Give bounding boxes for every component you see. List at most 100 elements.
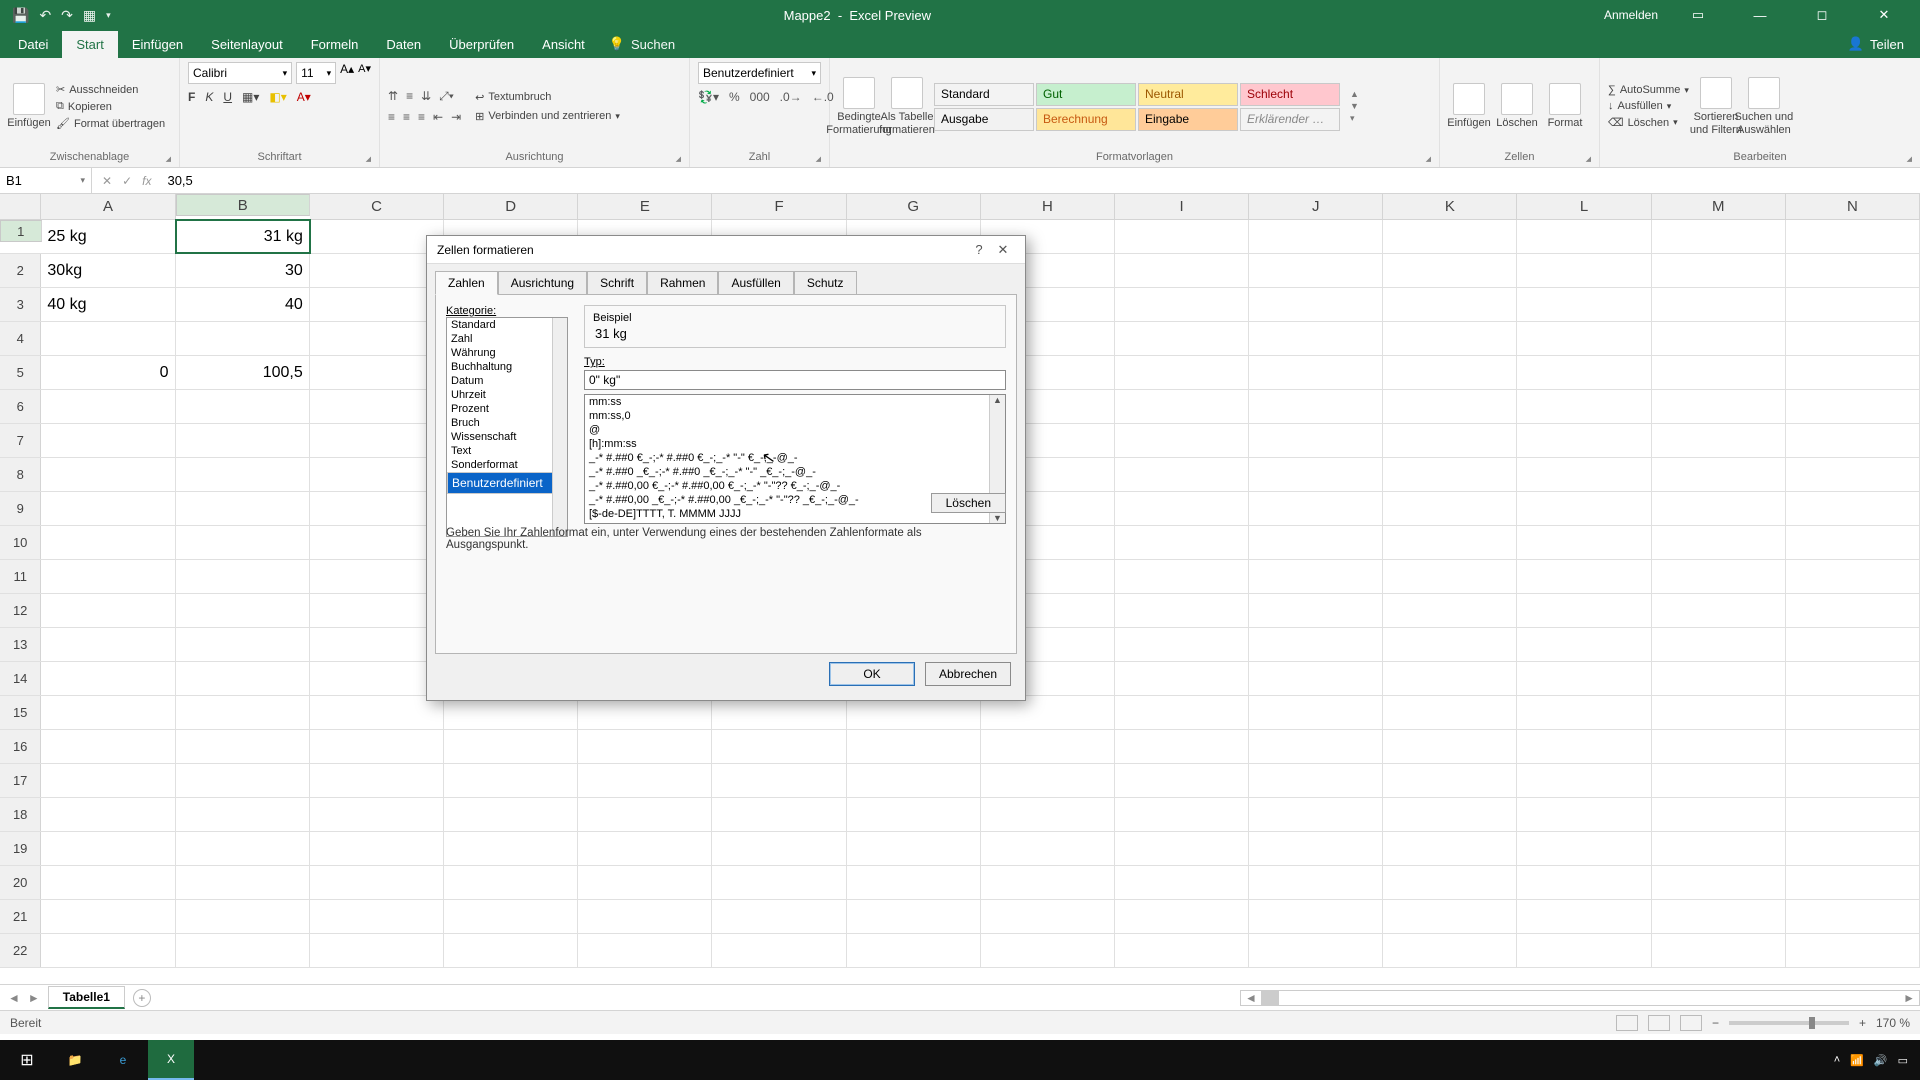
cell-C5[interactable]: [310, 356, 444, 389]
maximize-icon[interactable]: ◻: [1800, 7, 1844, 23]
normal-view-icon[interactable]: [1616, 1015, 1638, 1031]
autosum-button[interactable]: ∑AutoSumme▾: [1608, 84, 1689, 96]
align-center-icon[interactable]: ≡: [403, 110, 410, 124]
styles-more-icon[interactable]: ▾: [1350, 113, 1359, 124]
styles-scroll-up-icon[interactable]: ▲: [1350, 89, 1359, 99]
cell-H21[interactable]: [981, 900, 1115, 933]
cell-C12[interactable]: [310, 594, 444, 627]
cell-L8[interactable]: [1517, 458, 1651, 491]
category-item[interactable]: Sonderformat: [447, 458, 567, 472]
cell-N9[interactable]: [1786, 492, 1920, 525]
cell-M6[interactable]: [1652, 390, 1786, 423]
cell-B12[interactable]: [176, 594, 310, 627]
cut-button[interactable]: ✂Ausschneiden: [56, 83, 165, 96]
undo-icon[interactable]: ↶: [39, 7, 51, 24]
redo-icon[interactable]: ↷: [61, 7, 73, 24]
cell-M4[interactable]: [1652, 322, 1786, 355]
row-header-14[interactable]: 14: [0, 662, 41, 695]
cell-B4[interactable]: [176, 322, 310, 355]
cell-C3[interactable]: [310, 288, 444, 321]
cell-K19[interactable]: [1383, 832, 1517, 865]
cell-C4[interactable]: [310, 322, 444, 355]
increase-font-icon[interactable]: A▴: [340, 62, 354, 84]
list-scroll-up-icon[interactable]: ▲: [993, 395, 1002, 405]
decrease-indent-icon[interactable]: ⇤: [433, 110, 443, 124]
cell-A21[interactable]: [41, 900, 175, 933]
copy-button[interactable]: ⧉Kopieren: [56, 100, 165, 113]
cell-K13[interactable]: [1383, 628, 1517, 661]
cell-F22[interactable]: [712, 934, 846, 967]
cell-A13[interactable]: [41, 628, 175, 661]
cell-L1[interactable]: [1517, 220, 1651, 253]
cell-N6[interactable]: [1786, 390, 1920, 423]
dialog-tab-ausfuellen[interactable]: Ausfüllen: [718, 271, 793, 295]
italic-button[interactable]: K: [205, 90, 213, 104]
cell-L2[interactable]: [1517, 254, 1651, 287]
cell-G19[interactable]: [847, 832, 981, 865]
style-schlecht[interactable]: Schlecht: [1240, 83, 1340, 106]
format-item[interactable]: [h]:mm:ss: [585, 437, 1005, 451]
cell-N19[interactable]: [1786, 832, 1920, 865]
category-item[interactable]: Bruch: [447, 416, 567, 430]
cell-M7[interactable]: [1652, 424, 1786, 457]
cell-C14[interactable]: [310, 662, 444, 695]
cell-N5[interactable]: [1786, 356, 1920, 389]
zoom-slider[interactable]: [1729, 1021, 1849, 1025]
cell-M1[interactable]: [1652, 220, 1786, 253]
tab-ueberpruefen[interactable]: Überprüfen: [435, 31, 528, 58]
cell-H20[interactable]: [981, 866, 1115, 899]
number-format-select[interactable]: Benutzerdefiniert▾: [698, 62, 821, 84]
cell-J13[interactable]: [1249, 628, 1383, 661]
col-header-M[interactable]: M: [1652, 194, 1786, 219]
cell-N10[interactable]: [1786, 526, 1920, 559]
cell-M15[interactable]: [1652, 696, 1786, 729]
tab-einfuegen[interactable]: Einfügen: [118, 31, 197, 58]
cell-M12[interactable]: [1652, 594, 1786, 627]
row-header-12[interactable]: 12: [0, 594, 41, 627]
cell-B10[interactable]: [176, 526, 310, 559]
cell-J5[interactable]: [1249, 356, 1383, 389]
cell-N13[interactable]: [1786, 628, 1920, 661]
style-eingabe[interactable]: Eingabe: [1138, 108, 1238, 131]
tab-seitenlayout[interactable]: Seitenlayout: [197, 31, 297, 58]
tell-me-search[interactable]: 💡Suchen: [609, 36, 675, 58]
cell-N20[interactable]: [1786, 866, 1920, 899]
cell-J6[interactable]: [1249, 390, 1383, 423]
cell-A9[interactable]: [41, 492, 175, 525]
currency-icon[interactable]: 💱▾: [698, 90, 719, 104]
scroll-left-icon[interactable]: ◄: [1241, 991, 1261, 1005]
cell-L22[interactable]: [1517, 934, 1651, 967]
cell-K20[interactable]: [1383, 866, 1517, 899]
col-header-B[interactable]: B: [176, 194, 310, 216]
cell-I13[interactable]: [1115, 628, 1249, 661]
cell-M13[interactable]: [1652, 628, 1786, 661]
col-header-D[interactable]: D: [444, 194, 578, 219]
cell-A20[interactable]: [41, 866, 175, 899]
col-header-C[interactable]: C: [310, 194, 444, 219]
cell-J19[interactable]: [1249, 832, 1383, 865]
cell-A11[interactable]: [41, 560, 175, 593]
cell-J11[interactable]: [1249, 560, 1383, 593]
cell-H18[interactable]: [981, 798, 1115, 831]
cell-L3[interactable]: [1517, 288, 1651, 321]
cell-I11[interactable]: [1115, 560, 1249, 593]
cell-J7[interactable]: [1249, 424, 1383, 457]
cell-J12[interactable]: [1249, 594, 1383, 627]
format-item[interactable]: _-* #.##0 €_-;-* #.##0 €_-;_-* "-" €_-;_…: [585, 451, 1005, 465]
dialog-help-icon[interactable]: ?: [967, 242, 991, 257]
row-header-2[interactable]: 2: [0, 254, 41, 287]
cell-A4[interactable]: [41, 322, 175, 355]
decrease-font-icon[interactable]: A▾: [358, 62, 371, 84]
comma-icon[interactable]: 000: [750, 90, 770, 104]
cell-B16[interactable]: [176, 730, 310, 763]
category-item[interactable]: Wissenschaft: [447, 430, 567, 444]
col-header-G[interactable]: G: [847, 194, 981, 219]
cell-K2[interactable]: [1383, 254, 1517, 287]
cell-A2[interactable]: 30kg: [41, 254, 175, 287]
cell-M22[interactable]: [1652, 934, 1786, 967]
cell-B6[interactable]: [176, 390, 310, 423]
cell-N22[interactable]: [1786, 934, 1920, 967]
col-header-A[interactable]: A: [41, 194, 175, 219]
cell-D18[interactable]: [444, 798, 578, 831]
zoom-in-icon[interactable]: +: [1859, 1016, 1866, 1030]
